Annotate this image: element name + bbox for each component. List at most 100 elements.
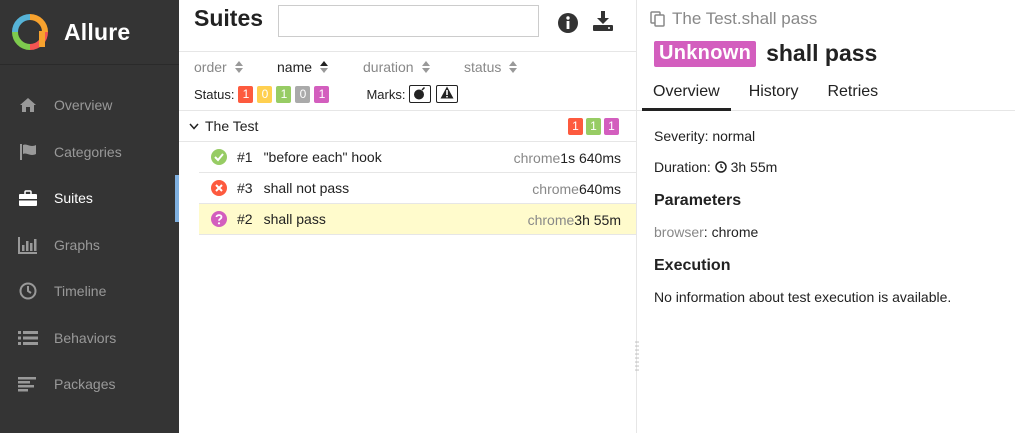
app-root: Allure Overview Categories Suites Graphs… xyxy=(0,0,1015,433)
bar-chart-icon xyxy=(18,235,38,255)
copy-icon[interactable] xyxy=(650,11,666,27)
test-duration: 3h 55m xyxy=(574,212,621,228)
flag-icon xyxy=(18,142,38,162)
warning-icon xyxy=(440,86,454,99)
new-failed-filter-button[interactable] xyxy=(436,85,459,103)
sidebar-item-timeline[interactable]: Timeline xyxy=(0,268,179,315)
home-icon xyxy=(18,95,38,115)
sidebar-item-overview[interactable]: Overview xyxy=(0,82,179,129)
status-filter-unknown[interactable]: 1 xyxy=(314,85,330,103)
flaky-filter-button[interactable] xyxy=(409,85,432,103)
sort-status[interactable]: status xyxy=(464,59,518,75)
brand[interactable]: Allure xyxy=(0,0,179,65)
breadcrumb[interactable]: The Test.shall pass xyxy=(650,9,817,29)
info-icon[interactable] xyxy=(557,12,579,34)
parameters-heading: Parameters xyxy=(654,192,742,209)
breadcrumb-text: The Test.shall pass xyxy=(672,9,818,28)
sidebar-item-packages[interactable]: Packages xyxy=(0,361,179,408)
group-name: The Test xyxy=(205,118,259,134)
test-browser: chrome xyxy=(532,181,579,197)
tree-group-the-test[interactable]: The Test 1 1 1 xyxy=(179,111,636,142)
search-input[interactable] xyxy=(278,5,539,37)
test-name: shall pass xyxy=(263,211,326,227)
status-filter-skipped[interactable]: 0 xyxy=(295,85,311,103)
sidebar-item-label: Behaviors xyxy=(54,329,117,346)
test-meta: chrome1s 640ms xyxy=(514,150,621,166)
status-filter-broken[interactable]: 0 xyxy=(257,85,273,103)
test-detail-pane: The Test.shall pass Unknown shall pass O… xyxy=(637,0,1015,433)
tree-leaf-selected[interactable]: #2 shall pass chrome3h 55m xyxy=(199,204,636,235)
test-name: "before each" hook xyxy=(263,149,382,165)
briefcase-icon xyxy=(18,188,38,208)
page-title: Suites xyxy=(194,5,264,31)
sort-icon xyxy=(421,61,430,73)
group-counts: 1 1 1 xyxy=(565,118,619,135)
status-filter-label: Status: xyxy=(194,86,235,102)
status-badge: Unknown xyxy=(654,40,757,67)
tab-overview[interactable]: Overview xyxy=(642,79,731,111)
sort-order[interactable]: order xyxy=(194,59,277,75)
test-duration: 640ms xyxy=(578,181,621,197)
group-count-unknown: 1 xyxy=(604,118,619,135)
sidebar-item-label: Timeline xyxy=(54,283,107,300)
execution-text: No information about test execution is a… xyxy=(654,289,952,305)
download-icon[interactable] xyxy=(592,10,614,32)
test-browser: chrome xyxy=(513,150,561,166)
allure-logo xyxy=(12,14,48,50)
test-meta: chrome3h 55m xyxy=(528,212,621,228)
clock-icon xyxy=(18,281,38,301)
test-title-line: Unknown shall pass xyxy=(654,40,877,67)
tree-leaf[interactable]: #1 "before each" hook chrome1s 640ms xyxy=(199,142,636,173)
tab-history[interactable]: History xyxy=(738,79,810,111)
sort-name[interactable]: name xyxy=(277,59,363,75)
tree-leaf[interactable]: #3 shall not pass chrome640ms xyxy=(199,173,636,204)
sidebar-item-categories[interactable]: Categories xyxy=(0,129,179,176)
sidebar-item-label: Suites xyxy=(54,190,93,207)
marks-filter-label: Marks: xyxy=(366,86,406,102)
test-number: #3 xyxy=(237,180,253,196)
test-number: #2 xyxy=(237,211,253,227)
sidebar-item-label: Packages xyxy=(54,376,116,393)
sidebar-item-label: Categories xyxy=(54,143,122,160)
check-circle-icon xyxy=(211,149,227,165)
sort-label: duration xyxy=(363,59,414,75)
sidebar: Allure Overview Categories Suites Graphs… xyxy=(0,0,179,433)
filter-bar: Status: 1 0 1 0 1 Marks: xyxy=(179,81,636,107)
status-filter-passed[interactable]: 1 xyxy=(276,85,292,103)
sort-duration[interactable]: duration xyxy=(363,59,464,75)
test-browser: chrome xyxy=(527,212,575,228)
chevron-down-icon xyxy=(189,119,199,133)
tab-retries[interactable]: Retries xyxy=(816,79,889,111)
sidebar-item-suites[interactable]: Suites xyxy=(0,175,179,222)
list-icon xyxy=(18,328,38,348)
sidebar-item-graphs[interactable]: Graphs xyxy=(0,222,179,269)
severity-label: Severity: xyxy=(654,128,709,144)
sort-icon xyxy=(509,61,518,73)
parameter-row: browser: chrome xyxy=(654,224,951,255)
detail-tabs: Overview History Retries xyxy=(637,79,1015,111)
execution-heading: Execution xyxy=(654,257,731,274)
question-circle-icon xyxy=(211,211,227,227)
sidebar-item-behaviors[interactable]: Behaviors xyxy=(0,315,179,362)
align-left-icon xyxy=(18,374,38,394)
sort-bar: order name duration status xyxy=(179,53,636,81)
test-number: #1 xyxy=(237,149,253,165)
bomb-icon xyxy=(414,86,426,100)
sort-label: order xyxy=(194,59,227,75)
duration-label: Duration: xyxy=(654,159,711,175)
duration-line: Duration: 3h 55m xyxy=(654,159,951,190)
clock-icon xyxy=(714,161,727,173)
sidebar-item-label: Overview xyxy=(54,97,113,114)
suites-header: Suites xyxy=(179,0,636,52)
parameter-sep: : xyxy=(703,224,712,240)
times-circle-icon xyxy=(211,180,227,196)
suites-tree: The Test 1 1 1 #1 "before each" hook chr… xyxy=(179,110,636,235)
sort-label: status xyxy=(464,59,502,75)
sidebar-item-label: Graphs xyxy=(54,236,100,253)
test-case-title: shall pass xyxy=(766,40,878,66)
sort-label: name xyxy=(277,59,313,75)
group-count-failed: 1 xyxy=(568,118,583,135)
sort-icon xyxy=(234,61,243,73)
status-filter-failed[interactable]: 1 xyxy=(238,85,254,103)
test-duration: 1s 640ms xyxy=(560,150,621,166)
